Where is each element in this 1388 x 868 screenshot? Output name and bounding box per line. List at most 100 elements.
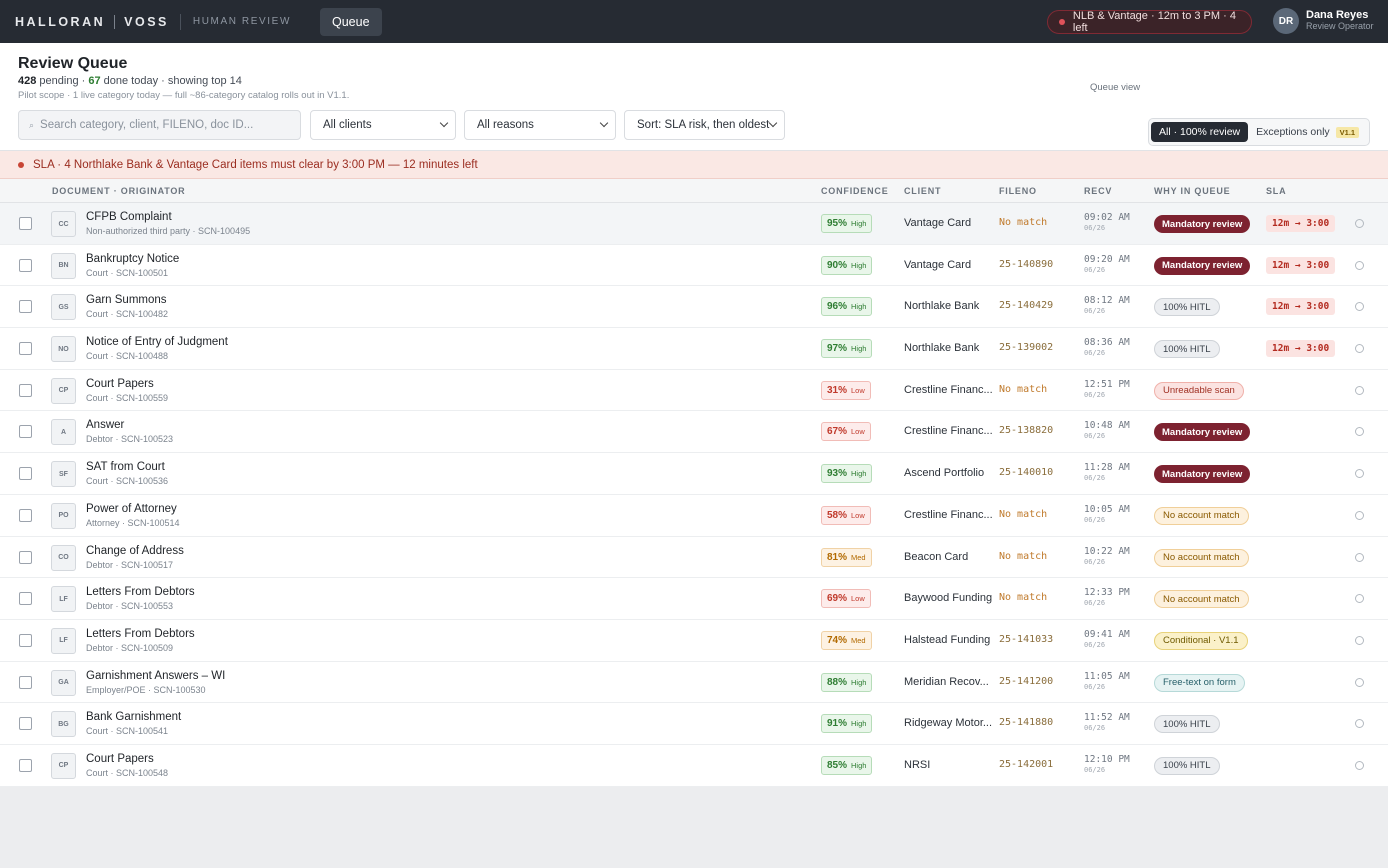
document-name[interactable]: Power of Attorney — [86, 503, 177, 515]
table-row[interactable]: BG Bank Garnishment Court · SCN-100541 91% H… — [0, 703, 1388, 745]
fileno-value[interactable]: 25-139002 — [999, 342, 1053, 353]
row-status-icon[interactable] — [1355, 469, 1364, 479]
row-status-icon[interactable] — [1355, 510, 1364, 520]
row-status-icon[interactable] — [1355, 552, 1364, 562]
fileno-value[interactable]: No match — [999, 509, 1047, 520]
row-status-icon[interactable] — [1355, 677, 1364, 687]
confidence-value: 90% — [827, 259, 848, 271]
row-checkbox[interactable] — [19, 758, 32, 772]
row-checkbox[interactable] — [19, 508, 32, 522]
toggle-all-review[interactable]: All · 100% review — [1151, 122, 1249, 142]
document-name[interactable]: Bank Garnishment — [86, 711, 181, 723]
fileno-value[interactable]: 25-141200 — [999, 676, 1053, 687]
table-row[interactable]: CP Court Papers Court · SCN-100559 31% Low Cr… — [0, 369, 1388, 412]
col-client[interactable]: CLIENT — [904, 186, 941, 196]
sort-select[interactable]: Sort: SLA risk, then oldest — [624, 110, 785, 140]
row-status-icon[interactable] — [1355, 260, 1364, 270]
document-name[interactable]: SAT from Court — [86, 461, 165, 473]
col-confidence[interactable]: CONFIDENCE — [821, 186, 889, 196]
queue-reason-badge: Unreadable scan — [1154, 381, 1244, 400]
fileno-value[interactable]: 25-140890 — [999, 259, 1053, 270]
document-name[interactable]: Notice of Entry of Judgment — [86, 336, 228, 348]
doc-type-icon: GS — [51, 294, 76, 321]
received-time: 09:02 AM 06/26 — [1084, 213, 1130, 233]
row-checkbox[interactable] — [19, 717, 32, 731]
row-checkbox[interactable] — [19, 592, 32, 606]
row-checkbox[interactable] — [19, 633, 32, 647]
row-checkbox[interactable] — [19, 550, 32, 564]
row-checkbox[interactable] — [19, 342, 32, 356]
chevron-down-icon — [768, 118, 778, 128]
fileno-value[interactable]: 25-140010 — [999, 467, 1053, 478]
row-status-icon[interactable] — [1355, 760, 1364, 770]
fileno-value[interactable]: 25-141033 — [999, 634, 1053, 645]
sla-alert-pill[interactable]: NLB & Vantage · 12m to 3 PM · 4 left — [1047, 10, 1252, 34]
fileno-value[interactable]: 25-142001 — [999, 759, 1053, 770]
row-checkbox[interactable] — [19, 217, 32, 230]
table-row[interactable]: CP Court Papers Court · SCN-100548 85% High N… — [0, 744, 1388, 787]
received-clock: 11:28 AM — [1084, 462, 1130, 474]
table-row[interactable]: A Answer Debtor · SCN-100523 67% Low Crestlin… — [0, 411, 1388, 454]
table-row[interactable]: CC CFPB Complaint Non-authorized third par… — [0, 203, 1388, 245]
search-input[interactable]: ⌕ Search category, client, FILENO, doc I… — [18, 110, 301, 140]
doc-type-icon: LF — [51, 627, 76, 654]
fileno-value[interactable]: 25-140429 — [999, 300, 1053, 311]
row-status-icon[interactable] — [1355, 427, 1364, 437]
row-status-icon[interactable] — [1355, 594, 1364, 604]
fileno-value[interactable]: 25-141880 — [999, 717, 1053, 728]
document-name[interactable]: Court Papers — [86, 378, 154, 390]
row-checkbox[interactable] — [19, 467, 32, 481]
table-row[interactable]: CO Change of Address Debtor · SCN-100517 81… — [0, 536, 1388, 579]
toggle-exceptions-only[interactable]: Exceptions only V1.1 — [1248, 122, 1367, 142]
reason-filter-select[interactable]: All reasons — [464, 110, 616, 140]
document-name[interactable]: Garn Summons — [86, 294, 167, 306]
table-row[interactable]: LF Letters From Debtors Debtor · SCN-10050… — [0, 619, 1388, 662]
col-why[interactable]: WHY IN QUEUE — [1154, 186, 1230, 196]
fileno-value[interactable]: 25-138820 — [999, 425, 1053, 436]
table-row[interactable]: BN Bankruptcy Notice Court · SCN-100501 90%… — [0, 244, 1388, 287]
document-name[interactable]: CFPB Complaint — [86, 211, 172, 223]
row-checkbox[interactable] — [19, 300, 32, 314]
table-row[interactable]: PO Power of Attorney Attorney · SCN-100514… — [0, 494, 1388, 537]
fileno-value[interactable]: No match — [999, 217, 1047, 228]
row-checkbox[interactable] — [19, 383, 32, 397]
document-name[interactable]: Garnishment Answers – WI — [86, 670, 225, 682]
document-name[interactable]: Answer — [86, 419, 124, 431]
document-name[interactable]: Bankruptcy Notice — [86, 253, 179, 265]
table-row[interactable]: SF SAT from Court Court · SCN-100536 93% Hig… — [0, 453, 1388, 495]
table-row[interactable]: NO Notice of Entry of Judgment Court · SCN… — [0, 328, 1388, 370]
confidence-value: 74% — [827, 634, 848, 646]
document-name[interactable]: Court Papers — [86, 753, 154, 765]
user-menu[interactable]: DR Dana Reyes Review Operator — [1273, 8, 1374, 34]
document-name[interactable]: Letters From Debtors — [86, 586, 195, 598]
table-row[interactable]: GA Garnishment Answers – WI Employer/POE ·… — [0, 661, 1388, 704]
col-fileno[interactable]: FILENO — [999, 186, 1037, 196]
row-checkbox[interactable] — [19, 258, 32, 272]
received-clock: 12:10 PM — [1084, 753, 1130, 765]
nav-tab-queue[interactable]: Queue — [319, 7, 382, 36]
fileno-value[interactable]: No match — [999, 592, 1047, 603]
fileno-value[interactable]: No match — [999, 384, 1047, 395]
col-recv[interactable]: RECV — [1084, 186, 1112, 196]
queue-reason-badge: Mandatory review — [1154, 465, 1251, 484]
row-status-icon[interactable] — [1355, 719, 1364, 729]
received-clock: 09:02 AM — [1084, 212, 1130, 223]
fileno-value[interactable]: No match — [999, 551, 1047, 562]
table-row[interactable]: GS Garn Summons Court · SCN-100482 96% High N… — [0, 286, 1388, 329]
row-checkbox[interactable] — [19, 675, 32, 689]
document-name[interactable]: Letters From Debtors — [86, 628, 195, 640]
row-status-icon[interactable] — [1355, 385, 1364, 395]
client-name: Baywood Funding — [904, 592, 993, 605]
document-name[interactable]: Change of Address — [86, 545, 184, 557]
row-checkbox[interactable] — [19, 425, 32, 439]
row-status-icon[interactable] — [1355, 302, 1364, 312]
doc-type-icon: CC — [51, 211, 76, 237]
queue-header: Review Queue 428 pending · 67 done today… — [0, 43, 1388, 151]
row-status-icon[interactable] — [1355, 219, 1364, 228]
row-status-icon[interactable] — [1355, 344, 1364, 354]
client-filter-select[interactable]: All clients — [310, 110, 456, 140]
table-row[interactable]: LF Letters From Debtors Debtor · SCN-10055… — [0, 578, 1388, 620]
col-sla[interactable]: SLA — [1266, 186, 1286, 196]
received-time: 08:36 AM 06/26 — [1084, 338, 1130, 358]
row-status-icon[interactable] — [1355, 635, 1364, 645]
